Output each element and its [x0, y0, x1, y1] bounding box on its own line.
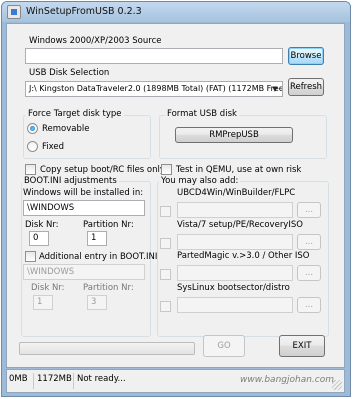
installed-in-label: Windows will be installed in: [23, 188, 144, 198]
partition-nr-label: Partition Nr: [83, 220, 134, 230]
app-icon [7, 5, 21, 19]
addon-browse-button[interactable]: ... [297, 234, 321, 250]
addon-checkbox[interactable] [160, 301, 171, 312]
status-bar: 0MB 1172MB Not ready... www.bangjohan.co… [6, 369, 345, 393]
window-title: WinSetupFromUSB 0.2.3 [26, 6, 142, 17]
status-size-free: 1172MB [37, 374, 72, 384]
format-title: Format USB disk [165, 109, 239, 119]
usb-selection-label: USB Disk Selection [29, 68, 110, 78]
main-panel: Windows 2000/XP/2003 Source Browse USB D… [6, 23, 345, 368]
addon-checkbox[interactable] [160, 238, 171, 249]
partition-nr-input[interactable]: 1 [87, 231, 107, 246]
usb-disk-selected: J:\ Kingston DataTraveler2.0 (1898MB Tot… [29, 84, 283, 93]
refresh-button[interactable]: Refresh [288, 78, 324, 96]
partition-nr2-label: Partition Nr: [83, 283, 134, 293]
removable-radio[interactable] [27, 123, 38, 134]
rmprepusb-button[interactable]: RMPrepUSB [175, 127, 293, 143]
browse-button[interactable]: Browse [288, 47, 324, 65]
addon-checkbox[interactable] [160, 269, 171, 280]
bootini-title: BOOT.INI adjustments [22, 176, 119, 186]
test-qemu-checkbox[interactable] [161, 164, 172, 175]
additional-entry-label[interactable]: Additional entry in BOOT.INI [39, 252, 157, 262]
additional-entry-checkbox[interactable] [25, 251, 36, 262]
test-qemu-label[interactable]: Test in QEMU, use at own risk [176, 165, 301, 175]
progress-bar [19, 342, 195, 355]
partition-nr2-input[interactable]: 3 [87, 295, 107, 310]
addon-label: SysLinux bootsector/distro [177, 283, 290, 293]
resize-grip-icon[interactable] [332, 380, 342, 390]
addon-browse-button[interactable]: ... [297, 297, 321, 313]
go-button[interactable]: GO [203, 335, 245, 357]
disk-nr-label: Disk Nr: [25, 220, 59, 230]
fixed-radio[interactable] [27, 141, 38, 152]
exit-button[interactable]: EXIT [279, 335, 325, 357]
copy-boot-label[interactable]: Copy setup boot/RC files only [40, 165, 165, 175]
chevron-down-icon[interactable]: ▼ [268, 82, 282, 96]
disk-nr-input[interactable]: 0 [29, 231, 49, 246]
addon-path-input[interactable] [177, 202, 293, 218]
watermark-text: www.bangjohan.com [239, 375, 334, 385]
status-divider [73, 373, 74, 389]
fixed-label[interactable]: Fixed [42, 142, 64, 152]
removable-label[interactable]: Removable [42, 124, 89, 134]
addon-path-input[interactable] [177, 234, 293, 250]
disk-nr2-input[interactable]: 1 [33, 295, 53, 310]
usb-disk-dropdown[interactable]: J:\ Kingston DataTraveler2.0 (1898MB Tot… [25, 81, 283, 97]
status-state: Not ready... [77, 374, 126, 384]
addon-label: Vista/7 setup/PE/RecoveryISO [177, 220, 303, 230]
addon-path-input[interactable] [177, 265, 293, 281]
disk-nr2-label: Disk Nr: [31, 283, 65, 293]
title-bar[interactable]: WinSetupFromUSB 0.2.3 [2, 2, 350, 22]
status-size-used: 0MB [9, 374, 28, 384]
addon-path-input[interactable] [177, 297, 293, 313]
status-divider [33, 373, 34, 389]
addon-checkbox[interactable] [160, 206, 171, 217]
force-type-group [23, 115, 151, 159]
addon-browse-button[interactable]: ... [297, 265, 321, 281]
addon-label: PartedMagic v.>3.0 / Other ISO [177, 251, 310, 261]
source-label: Windows 2000/XP/2003 Source [29, 36, 162, 46]
source-path-input[interactable] [25, 48, 283, 64]
addons-title: You may also add: [159, 176, 241, 186]
installed-in-input[interactable]: \WINDOWS [23, 200, 145, 216]
force-type-title: Force Target disk type [26, 109, 124, 119]
addon-browse-button[interactable]: ... [297, 202, 321, 218]
addon-label: UBCD4Win/WinBuilder/FLPC [177, 188, 296, 198]
copy-boot-checkbox[interactable] [25, 164, 36, 175]
additional-entry-input[interactable]: \WINDOWS [23, 264, 145, 280]
